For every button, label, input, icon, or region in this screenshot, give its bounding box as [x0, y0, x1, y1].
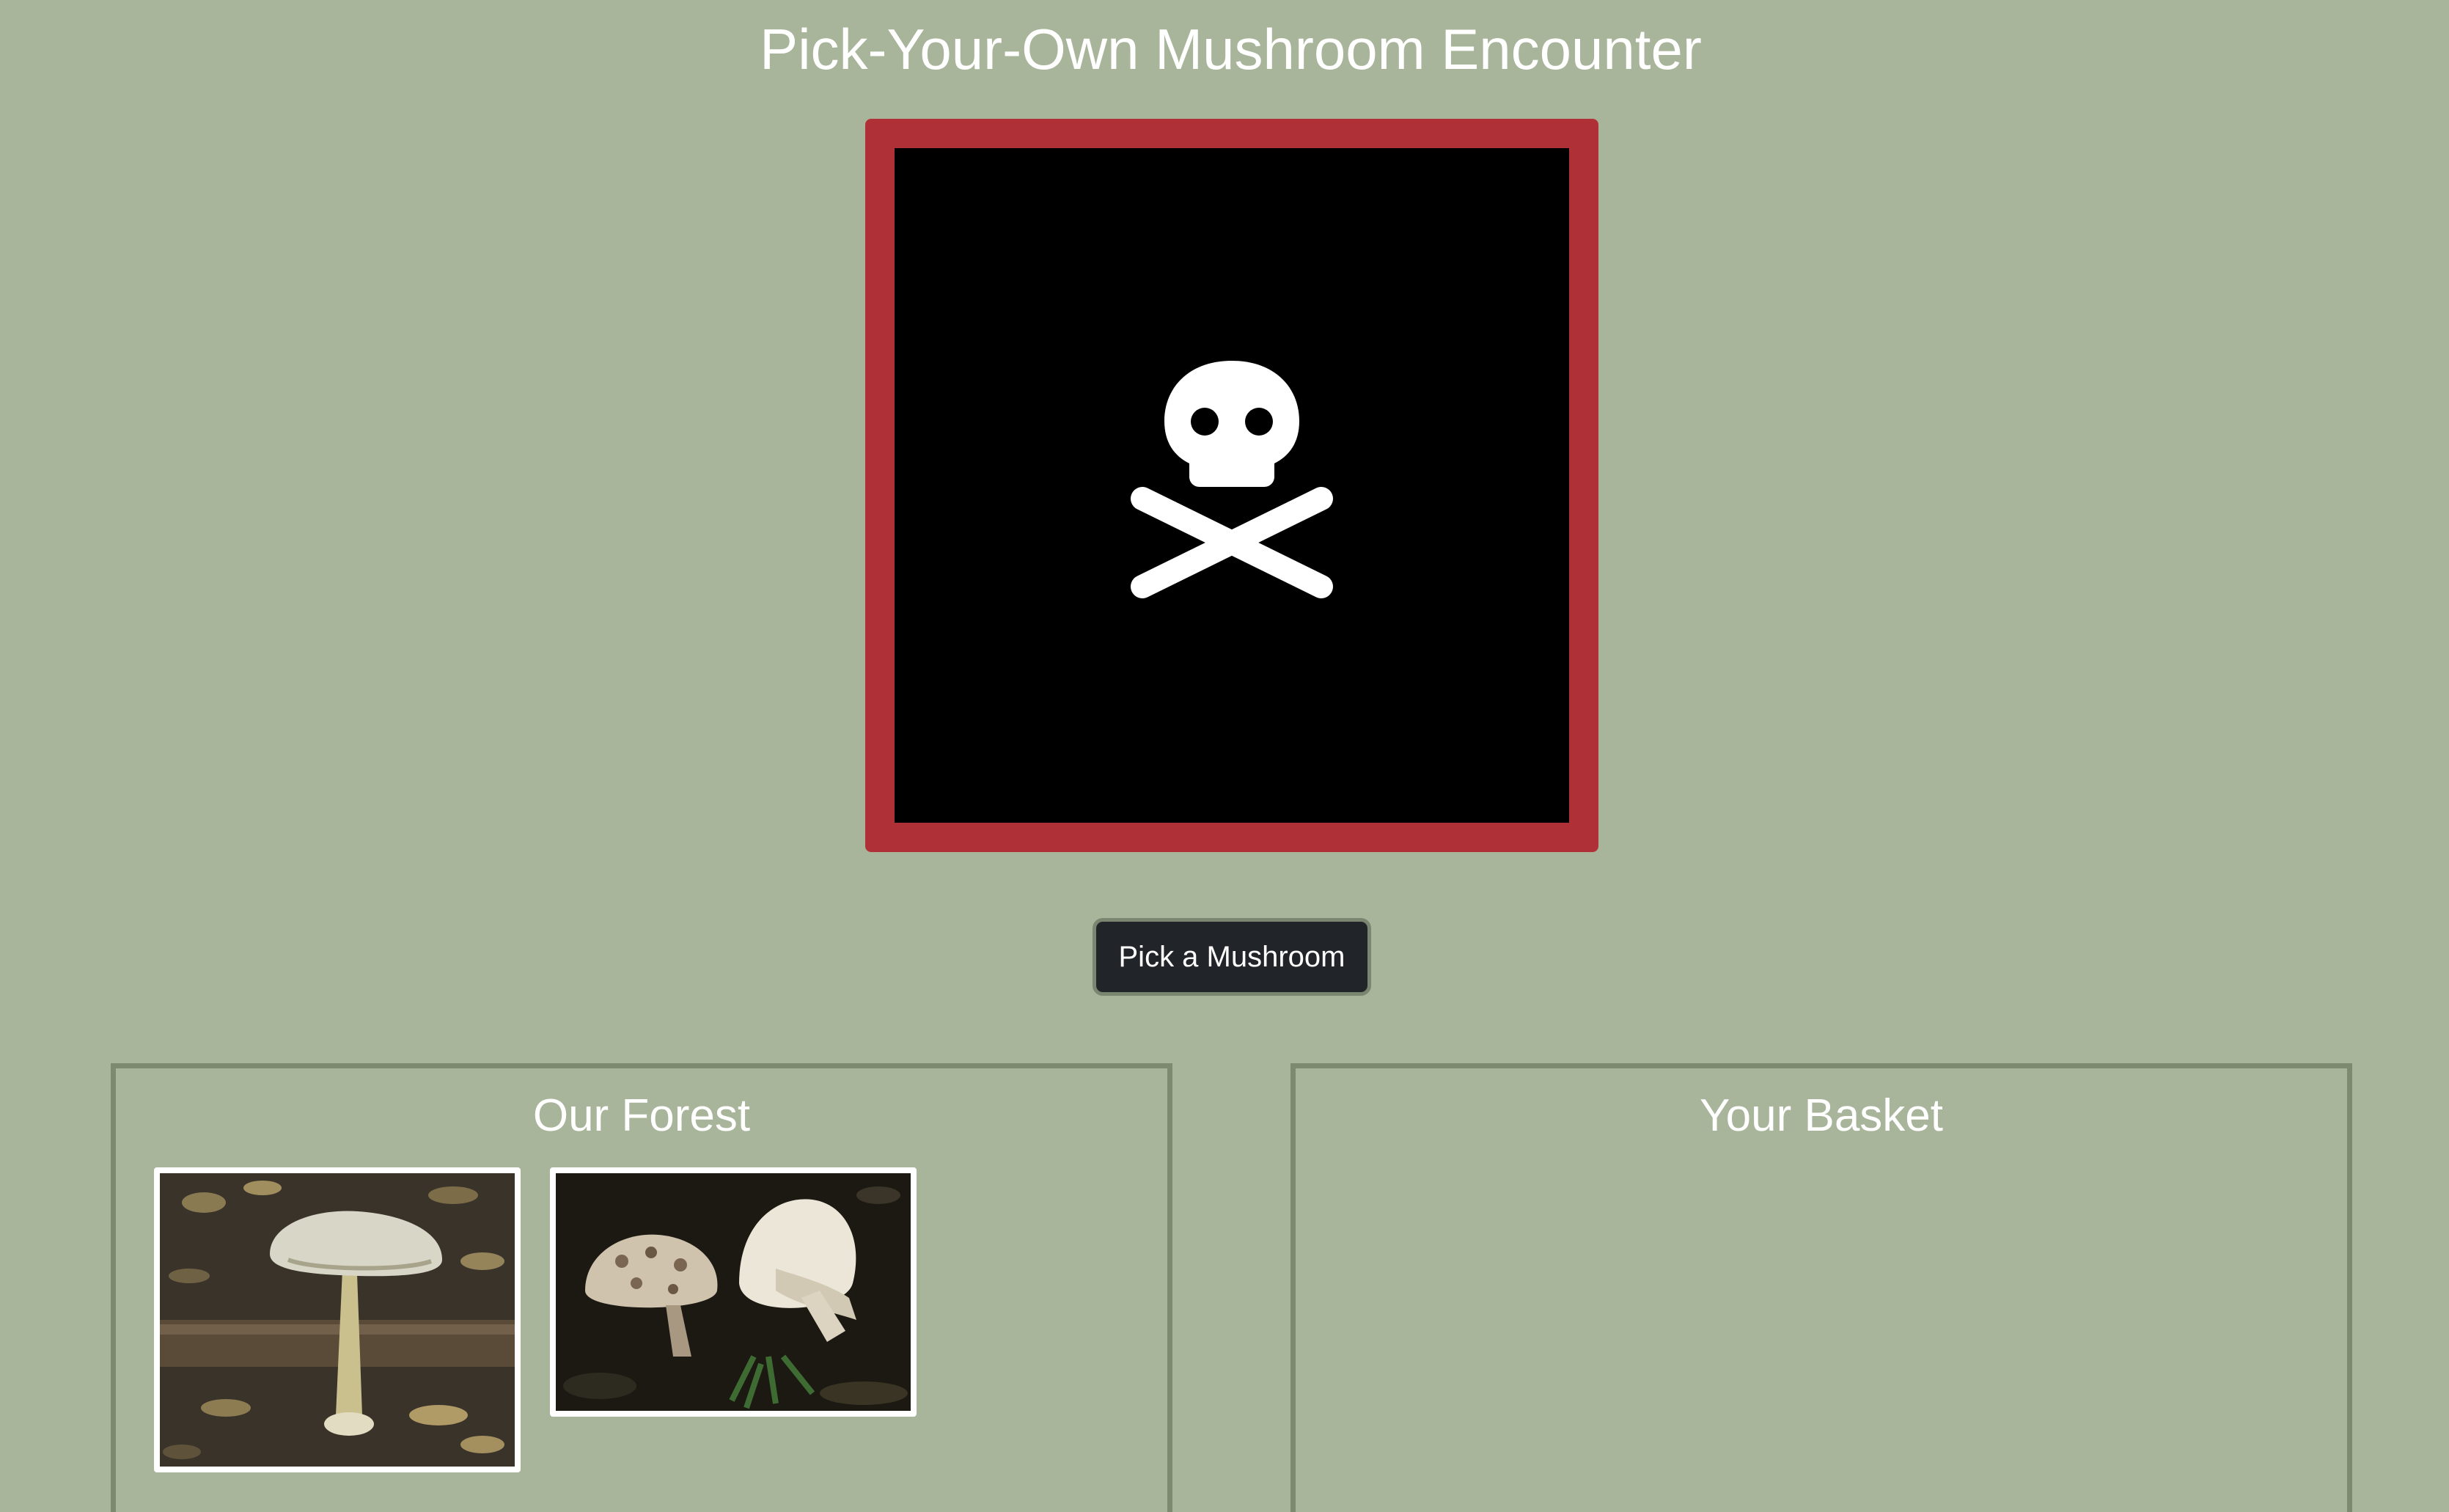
- mushroom-photo-tall-pale-cap: [160, 1173, 515, 1467]
- forest-panel: Our Forest: [111, 1063, 1172, 1512]
- forest-mushroom-card[interactable]: [154, 1167, 521, 1472]
- encounter-screen: [895, 148, 1569, 823]
- mushroom-photo-two-white-caps: [556, 1173, 911, 1411]
- page-title: Pick-Your-Own Mushroom Encounter: [760, 17, 1702, 81]
- forest-mushroom-card[interactable]: [550, 1167, 917, 1417]
- basket-title: Your Basket: [1699, 1090, 1944, 1141]
- pick-mushroom-button[interactable]: Pick a Mushroom: [1093, 918, 1371, 996]
- encounter-frame: [865, 119, 1598, 852]
- basket-panel: Your Basket: [1290, 1063, 2352, 1512]
- page: Pick-Your-Own Mushroom Encounter Pick a …: [0, 0, 2449, 1512]
- forest-title: Our Forest: [532, 1090, 751, 1141]
- skull-crossbones-icon: [1131, 361, 1333, 598]
